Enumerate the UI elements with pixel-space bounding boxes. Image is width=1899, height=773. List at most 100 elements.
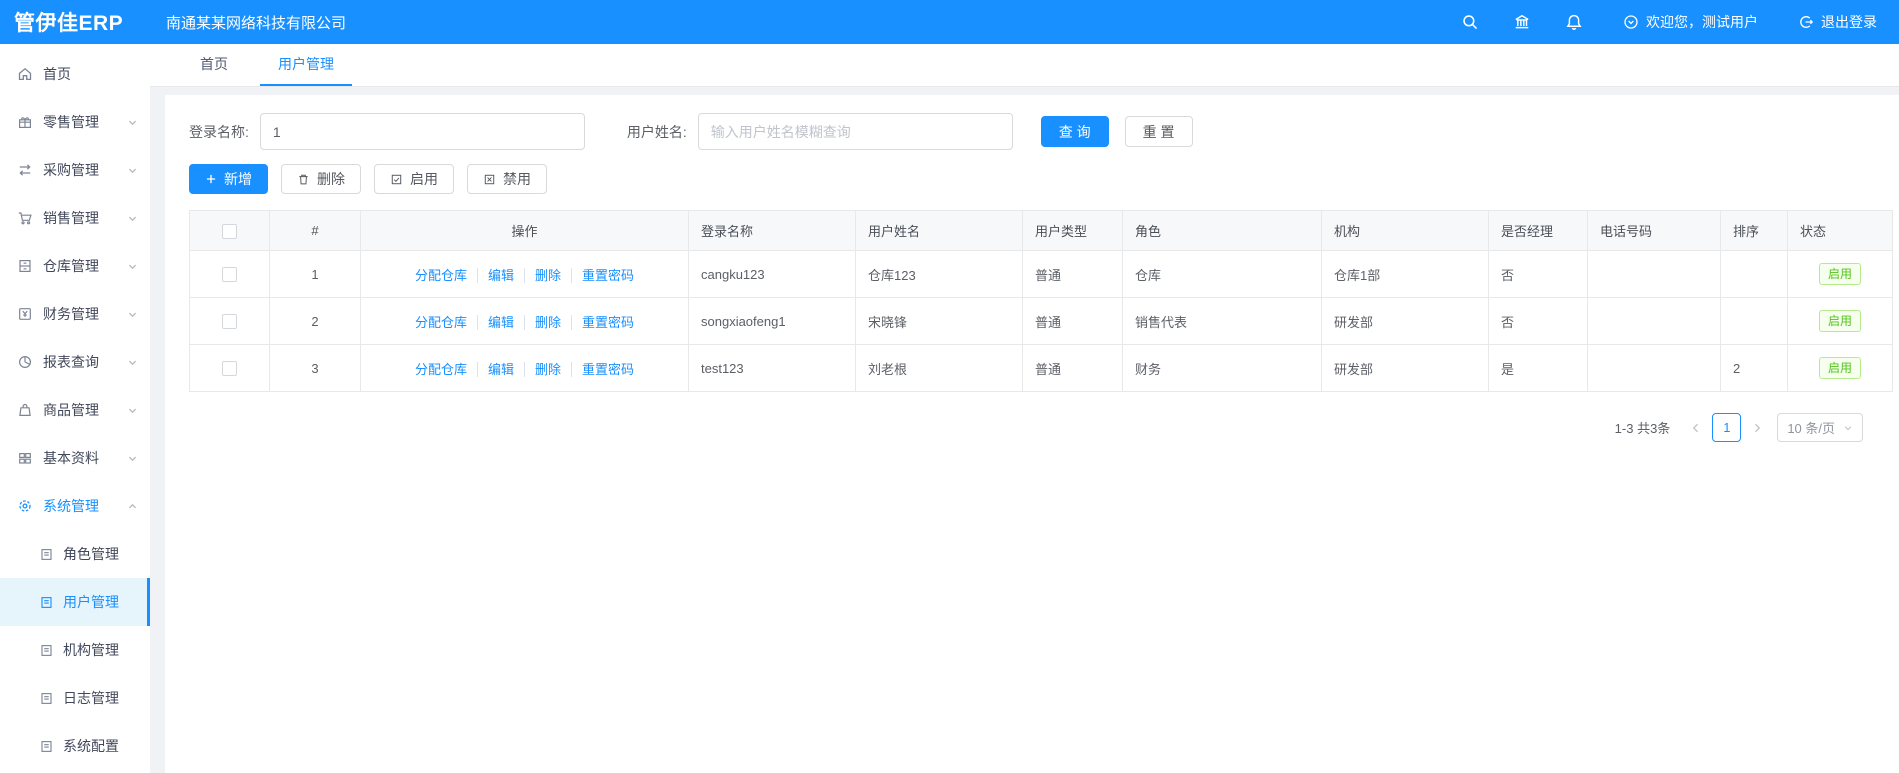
col-login-name: 登录名称 [688,210,856,251]
sidebar-item-goods[interactable]: 商品管理 [0,386,150,434]
add-button[interactable]: 新增 [189,164,268,194]
tab-user-management[interactable]: 用户管理 [260,44,352,86]
search-icon[interactable] [1461,13,1479,31]
login-name-input[interactable] [259,113,585,150]
company-name: 南通某某网络科技有限公司 [166,14,347,32]
disable-button[interactable]: 禁用 [467,164,547,194]
delete-link[interactable]: 删除 [524,361,562,377]
chevron-down-icon [127,261,138,272]
status-badge[interactable]: 启用 [1818,263,1861,285]
user-name-input[interactable] [697,113,1013,150]
reset-password-link[interactable]: 重置密码 [571,314,635,330]
row-checkbox[interactable] [222,267,237,283]
grid-icon [17,450,33,466]
bell-icon[interactable] [1565,13,1583,31]
pagination: 1-3 共3条 1 10 条/页 [177,413,1863,442]
sidebar-subitem-roles[interactable]: 角色管理 [0,530,150,578]
table-row: 2 分配仓库 编辑 删除 重置密码 songxiaofeng1 宋晓锋 普通 销售代表… [189,297,1893,345]
chevron-down-icon [127,357,138,368]
chevron-up-icon [127,501,138,512]
logout-label: 退出登录 [1821,14,1877,30]
login-name-label: 登录名称: [189,123,249,140]
building-icon[interactable] [1513,13,1531,31]
gift-icon [17,114,33,130]
pagination-total: 1-3 共3条 [1614,421,1671,436]
reset-password-link[interactable]: 重置密码 [571,361,635,377]
user-menu[interactable]: 欢迎您，测试用户 [1623,12,1758,32]
tab-bar: 首页 用户管理 [150,44,1899,87]
assign-warehouse-link[interactable]: 分配仓库 [415,268,467,283]
query-button[interactable]: 查 询 [1040,116,1109,147]
chevron-right-icon [1755,423,1761,432]
document-icon [39,643,54,658]
col-role: 角色 [1122,210,1322,251]
sidebar-item-system[interactable]: 系统管理 [0,482,150,530]
delete-link[interactable]: 删除 [524,314,562,330]
app-logo: 管伊佳ERP [14,12,124,35]
page-1-button[interactable]: 1 [1712,413,1742,442]
swap-arrows-icon [17,162,33,178]
status-badge[interactable]: 启用 [1818,310,1861,332]
table-header-row: # 操作 登录名称 用户姓名 用户类型 角色 机构 是否经理 电话号码 排序 状… [189,210,1893,251]
sidebar: 首页 零售管理 采购管理 销售管理 仓库管理 财务管理 报表查询 商品管理 基本… [0,44,150,773]
delete-button[interactable]: 删除 [281,164,361,194]
finance-icon [17,306,33,322]
sidebar-item-basic-data[interactable]: 基本资料 [0,434,150,482]
tab-home[interactable]: 首页 [182,44,246,86]
status-badge[interactable]: 启用 [1818,357,1861,379]
user-management-panel: 登录名称: 用户姓名: 查 询 重 置 新增 删除 [165,95,1899,773]
chevron-down-icon [127,309,138,320]
pie-chart-icon [17,354,33,370]
toolbar: 新增 删除 启用 禁用 [189,164,1881,194]
document-icon [39,739,54,754]
x-square-icon [483,173,496,186]
sidebar-item-retail[interactable]: 零售管理 [0,98,150,146]
col-user-type: 用户类型 [1022,210,1123,251]
next-page-button[interactable] [1745,422,1769,434]
sidebar-item-reports[interactable]: 报表查询 [0,338,150,386]
chevron-down-icon [127,165,138,176]
bag-icon [17,402,33,418]
document-icon [39,691,54,706]
chevron-down-icon [127,405,138,416]
row-checkbox[interactable] [222,361,237,377]
sidebar-subitem-config[interactable]: 系统配置 [0,722,150,770]
sidebar-subitem-users[interactable]: 用户管理 [0,578,150,626]
page-size-select[interactable]: 10 条/页 [1777,413,1863,442]
sidebar-item-purchase[interactable]: 采购管理 [0,146,150,194]
col-org: 机构 [1321,210,1489,251]
prev-page-button[interactable] [1684,422,1708,434]
col-is-manager: 是否经理 [1488,210,1588,251]
table-row: 3 分配仓库 编辑 删除 重置密码 test123 刘老根 普通 财务 研发部 是 2 [189,344,1893,392]
col-user-name: 用户姓名 [855,210,1023,251]
sidebar-item-warehouse[interactable]: 仓库管理 [0,242,150,290]
sidebar-subitem-orgs[interactable]: 机构管理 [0,626,150,674]
reset-button[interactable]: 重 置 [1124,116,1193,147]
chevron-down-icon [127,453,138,464]
sidebar-subitem-logs[interactable]: 日志管理 [0,674,150,722]
col-index: # [269,210,361,251]
edit-link[interactable]: 编辑 [476,267,514,283]
enable-button[interactable]: 启用 [374,164,454,194]
assign-warehouse-link[interactable]: 分配仓库 [415,362,467,377]
check-square-icon [390,173,403,186]
reset-password-link[interactable]: 重置密码 [571,267,635,283]
sidebar-item-sales[interactable]: 销售管理 [0,194,150,242]
document-icon [39,547,54,562]
welcome-text: 欢迎您，测试用户 [1646,14,1758,30]
sidebar-item-finance[interactable]: 财务管理 [0,290,150,338]
col-phone: 电话号码 [1587,210,1721,251]
circle-chevron-icon [1624,15,1638,29]
edit-link[interactable]: 编辑 [476,361,514,377]
logout-button[interactable]: 退出登录 [1798,12,1877,32]
row-checkbox[interactable] [222,314,237,330]
assign-warehouse-link[interactable]: 分配仓库 [415,315,467,330]
top-bar: 管伊佳ERP 南通某某网络科技有限公司 欢迎您，测试用户 退出登录 [0,0,1899,44]
sidebar-item-home[interactable]: 首页 [0,50,150,98]
search-form: 登录名称: 用户姓名: 查 询 重 置 [189,113,1881,150]
user-name-label: 用户姓名: [626,123,687,140]
col-status: 状态 [1787,210,1893,251]
edit-link[interactable]: 编辑 [476,314,514,330]
delete-link[interactable]: 删除 [524,267,562,283]
select-all-checkbox[interactable] [222,223,237,239]
